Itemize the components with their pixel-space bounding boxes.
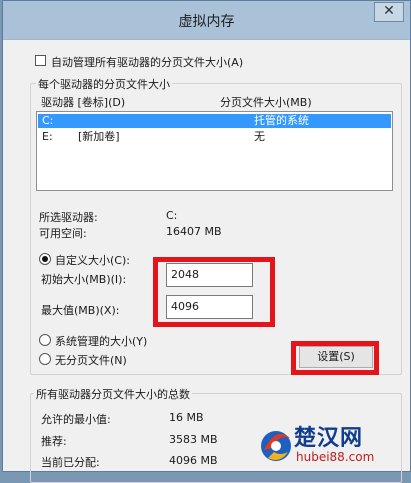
system-managed-label[interactable]: 系统管理的大小(Y) xyxy=(55,333,147,349)
totals-group-legend: 所有驱动器分页文件大小的总数 xyxy=(34,386,192,402)
no-paging-radio[interactable] xyxy=(39,353,51,365)
swirl-logo-icon xyxy=(261,431,291,461)
watermark-url: hubei88.com xyxy=(296,450,375,464)
min-allowed-value: 16 MB xyxy=(169,411,204,424)
selected-drive-label: 所选驱动器: xyxy=(39,211,98,224)
drive-paging-size: 无 xyxy=(254,130,265,143)
drive-row-e[interactable]: E: [新加卷] 无 xyxy=(38,130,391,144)
drive-paging-size: 托管的系统 xyxy=(254,114,309,127)
virtual-memory-dialog: 虚拟内存 ✕ 自动管理所有驱动器的分页文件大小(A) 每个驱动器的分页文件大小 … xyxy=(2,0,411,483)
drive-letter: C: xyxy=(42,114,54,127)
current-allocated-value: 4096 MB xyxy=(169,454,218,467)
auto-manage-checkbox[interactable] xyxy=(35,55,46,66)
paging-size-column-header: 分页文件大小(MB) xyxy=(220,96,312,109)
min-allowed-label: 允许的最小值: xyxy=(41,413,111,426)
drive-row-c[interactable]: C: 托管的系统 xyxy=(38,114,391,128)
recommended-value: 3583 MB xyxy=(169,433,218,446)
highlight-box-set-button xyxy=(291,341,379,375)
drive-list[interactable]: C: 托管的系统 E: [新加卷] 无 xyxy=(36,111,393,191)
per-drive-group-legend: 每个驱动器的分页文件大小 xyxy=(36,76,172,92)
close-button[interactable]: ✕ xyxy=(374,2,404,22)
current-allocated-label: 当前已分配: xyxy=(41,456,100,469)
title-bar: 虚拟内存 ✕ xyxy=(3,1,410,40)
dialog-title: 虚拟内存 xyxy=(178,14,235,30)
initial-size-label: 初始大小(MB)(I): xyxy=(41,273,127,286)
drive-column-header: 驱动器 [卷标](D) xyxy=(41,96,126,109)
no-paging-label[interactable]: 无分页文件(N) xyxy=(55,352,127,368)
recommended-label: 推荐: xyxy=(41,435,67,448)
auto-manage-label[interactable]: 自动管理所有驱动器的分页文件大小(A) xyxy=(51,54,243,70)
highlight-box-inputs xyxy=(153,257,275,327)
watermark-logo: 楚汉网 hubei88.com xyxy=(256,418,411,472)
drive-letter: E: xyxy=(42,130,53,143)
watermark-title: 楚汉网 xyxy=(294,425,364,451)
drive-volume-label: [新加卷] xyxy=(78,130,120,143)
max-size-label: 最大值(MB)(X): xyxy=(41,304,120,317)
custom-size-label[interactable]: 自定义大小(C): xyxy=(55,252,130,268)
free-space-label: 可用空间: xyxy=(39,227,87,240)
custom-size-radio[interactable] xyxy=(39,253,51,265)
free-space-value: 16407 MB xyxy=(166,225,222,238)
system-managed-radio[interactable] xyxy=(39,334,51,346)
selected-drive-value: C: xyxy=(166,209,178,222)
